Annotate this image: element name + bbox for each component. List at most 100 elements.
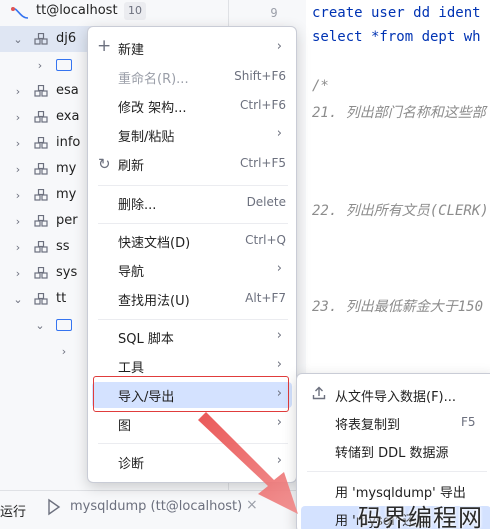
menu-item-label: 查找用法(U) xyxy=(118,294,190,309)
annotation-highlight-box xyxy=(93,376,289,412)
menu-item-shortcut: Ctrl+Q xyxy=(245,233,286,247)
submenu-item-shortcut: F5 xyxy=(461,415,476,429)
tree-item-label: exa xyxy=(56,109,80,124)
schema-icon xyxy=(34,215,48,227)
host-label: tt@localhost xyxy=(36,3,118,18)
menu-item-label: 新建 xyxy=(118,43,145,58)
menu-item-label: 工具 xyxy=(118,361,145,376)
submenu-arrow-icon: › xyxy=(276,357,282,372)
menu-item-label: SQL 脚本 xyxy=(118,332,174,347)
schema-icon xyxy=(34,163,48,175)
schema-icon xyxy=(34,267,48,279)
run-task-tab[interactable]: mysqldump (tt@localhost) xyxy=(70,499,242,514)
chevron-right-icon[interactable]: › xyxy=(12,85,24,98)
menu-separator xyxy=(98,319,288,320)
context-menu: + 新建 › 重命名(R)... Shift+F6 修改 架构... Ctrl+… xyxy=(87,26,297,483)
menu-item-sql-scripts[interactable]: SQL 脚本 › xyxy=(92,324,292,350)
host-count-badge: 10 xyxy=(124,2,146,20)
menu-item-shortcut: Ctrl+F5 xyxy=(240,156,286,170)
submenu-arrow-icon: › xyxy=(276,39,282,54)
submenu-item-label: 从文件导入数据(F)... xyxy=(335,390,457,405)
upload-icon xyxy=(312,386,326,400)
code-comment: 21. 列出部门名称和这些部 xyxy=(312,105,486,121)
tree-item-label: sys xyxy=(56,265,78,280)
submenu-item-dump-ddl[interactable]: 转储到 DDL 数据源 xyxy=(301,438,490,464)
tree-item-label: info xyxy=(56,135,81,150)
chevron-right-icon[interactable]: › xyxy=(12,189,24,202)
tree-item-label: my xyxy=(56,161,77,176)
chevron-right-icon[interactable]: › xyxy=(34,59,46,72)
code-line: select *from dept wh xyxy=(312,29,481,45)
schema-icon xyxy=(34,241,48,253)
schema-icon xyxy=(34,189,48,201)
menu-item-copy-paste[interactable]: 复制/粘贴 › xyxy=(92,122,292,148)
menu-item-label: 图 xyxy=(118,419,132,434)
schema-icon xyxy=(34,293,48,305)
menu-item-shortcut: Shift+F6 xyxy=(234,69,286,83)
chevron-right-icon[interactable]: › xyxy=(12,241,24,254)
tree-item-label: tt xyxy=(56,291,67,306)
submenu-item-import-from-file[interactable]: 从文件导入数据(F)... xyxy=(301,382,490,408)
tree-item-label: my xyxy=(56,187,77,202)
submenu-item-label: 转储到 DDL 数据源 xyxy=(335,446,449,461)
tree-item-label: esa xyxy=(56,83,79,98)
menu-separator xyxy=(98,223,288,224)
menu-item-label: 诊断 xyxy=(118,457,145,472)
play-icon[interactable] xyxy=(47,498,61,516)
chevron-right-icon[interactable]: › xyxy=(12,215,24,228)
watermark-text: 码界编程网 xyxy=(358,504,483,529)
menu-item-rename[interactable]: 重命名(R)... Shift+F6 xyxy=(92,64,292,90)
submenu-arrow-icon: › xyxy=(276,415,282,430)
submenu-item-copy-table[interactable]: 将表复制到 F5 xyxy=(301,410,490,436)
submenu-item-label: 将表复制到 xyxy=(335,418,401,433)
menu-item-diagnostics[interactable]: 诊断 › xyxy=(92,449,292,475)
submenu-separator xyxy=(307,471,487,472)
menu-item-delete[interactable]: 删除... Delete xyxy=(92,190,292,216)
chevron-right-icon[interactable]: › xyxy=(12,267,24,280)
tree-row-host[interactable]: tt@localhost 10 xyxy=(0,0,228,26)
chevron-down-icon[interactable]: ⌄ xyxy=(12,33,24,46)
chevron-right-icon[interactable]: › xyxy=(12,111,24,124)
connection-icon xyxy=(11,7,29,19)
menu-item-new[interactable]: + 新建 › xyxy=(92,35,292,61)
menu-separator xyxy=(98,443,288,444)
chevron-right-icon[interactable]: › xyxy=(12,137,24,150)
schema-icon xyxy=(34,85,48,97)
menu-item-find-usages[interactable]: 查找用法(U) Alt+F7 xyxy=(92,286,292,312)
submenu-arrow-icon: › xyxy=(276,453,282,468)
menu-item-label: 刷新 xyxy=(118,159,145,174)
close-icon[interactable]: × xyxy=(246,497,258,513)
menu-item-shortcut: Ctrl+F6 xyxy=(240,98,286,112)
folder-icon xyxy=(56,59,72,71)
code-line: create user dd ident xyxy=(312,5,481,21)
refresh-icon: ↻ xyxy=(98,155,111,173)
schema-icon xyxy=(34,111,48,123)
code-comment: /* xyxy=(312,78,329,94)
line-number: 9 xyxy=(270,6,278,20)
tree-item-label: ss xyxy=(56,239,70,254)
submenu-arrow-icon: › xyxy=(276,261,282,276)
menu-item-quick-doc[interactable]: 快速文档(D) Ctrl+Q xyxy=(92,228,292,254)
chevron-down-icon[interactable]: ⌄ xyxy=(34,319,46,332)
menu-item-refresh[interactable]: ↻ 刷新 Ctrl+F5 xyxy=(92,151,292,177)
menu-item-navigate[interactable]: 导航 › xyxy=(92,257,292,283)
menu-item-modify-schema[interactable]: 修改 架构... Ctrl+F6 xyxy=(92,93,292,119)
menu-item-label: 重命名(R)... xyxy=(118,72,189,87)
chevron-right-icon[interactable]: › xyxy=(58,345,70,358)
folder-icon xyxy=(56,319,72,331)
menu-item-shortcut: Alt+F7 xyxy=(245,291,286,305)
run-label[interactable]: 运行 xyxy=(0,501,26,520)
schema-icon xyxy=(34,33,48,45)
menu-separator xyxy=(98,185,288,186)
plus-icon: + xyxy=(97,36,112,56)
chevron-right-icon[interactable]: › xyxy=(12,163,24,176)
menu-item-diagram[interactable]: 图 › xyxy=(92,411,292,437)
submenu-arrow-icon: › xyxy=(276,126,282,141)
menu-item-label: 复制/粘贴 xyxy=(118,130,175,145)
code-comment: 23. 列出最低薪金大于150 xyxy=(312,299,484,315)
tree-item-label: per xyxy=(56,213,78,228)
menu-item-label: 修改 架构... xyxy=(118,101,187,116)
schema-icon xyxy=(34,137,48,149)
submenu-arrow-icon: › xyxy=(276,328,282,343)
chevron-down-icon[interactable]: ⌄ xyxy=(12,293,24,306)
